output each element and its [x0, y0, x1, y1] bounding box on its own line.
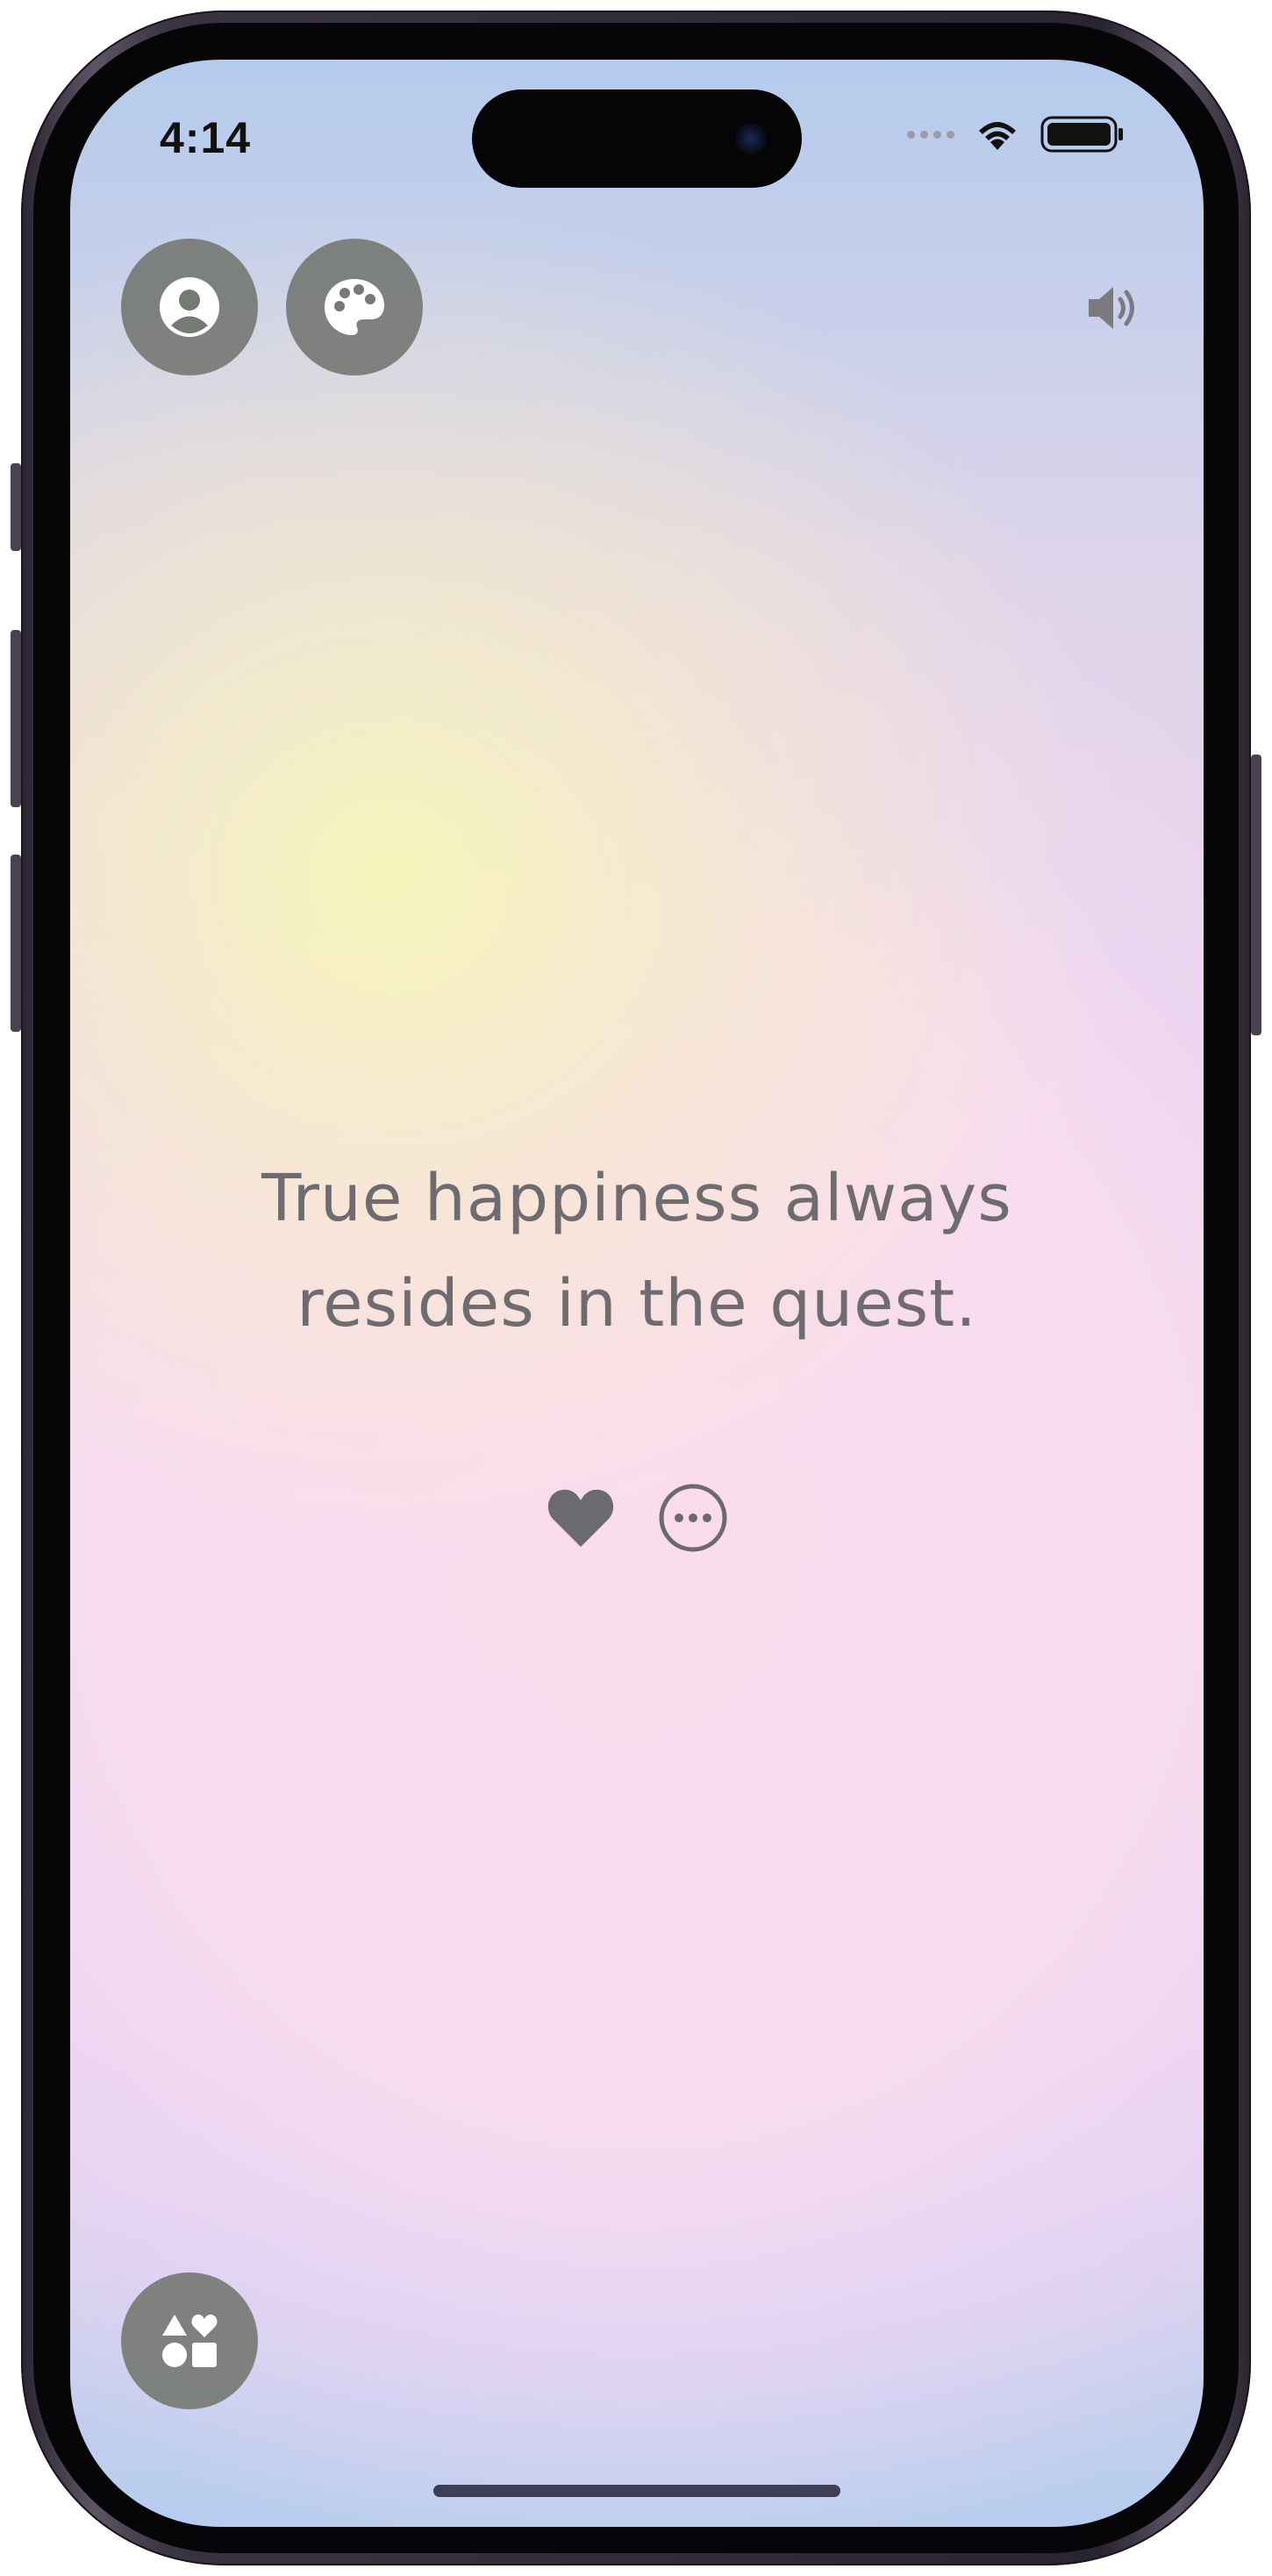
more-icon — [659, 1484, 727, 1552]
battery-icon — [1040, 116, 1123, 153]
shapes-icon — [162, 2315, 218, 2367]
action-button — [11, 463, 21, 551]
power-button — [1251, 755, 1261, 1035]
quote-line-1: True happiness always — [261, 1161, 1012, 1236]
speaker-wave-icon — [1089, 287, 1134, 329]
quote-text: True happiness always resides in the que… — [158, 1146, 1116, 1356]
wifi-icon — [979, 122, 1016, 150]
dynamic-island — [472, 89, 802, 188]
status-icons — [907, 112, 1125, 156]
volume-down-button — [11, 855, 21, 1032]
heart-icon — [547, 1489, 614, 1547]
categories-button[interactable] — [121, 2272, 258, 2409]
palette-icon — [325, 279, 384, 335]
home-indicator[interactable] — [433, 2485, 840, 2497]
volume-up-button — [11, 630, 21, 807]
more-button[interactable] — [656, 1481, 730, 1555]
screen: 4:14 True happiness always resides in th… — [70, 60, 1204, 2527]
sound-button[interactable] — [1075, 268, 1154, 347]
quote-actions — [70, 1481, 1204, 1555]
themes-button[interactable] — [286, 239, 423, 376]
status-time: 4:14 — [160, 113, 252, 162]
person-circle-icon — [160, 277, 219, 337]
front-camera — [735, 123, 767, 154]
like-button[interactable] — [544, 1481, 618, 1555]
profile-button[interactable] — [121, 239, 258, 376]
cellular-dots-icon — [907, 130, 954, 139]
quote-line-2: resides in the quest. — [297, 1266, 977, 1342]
